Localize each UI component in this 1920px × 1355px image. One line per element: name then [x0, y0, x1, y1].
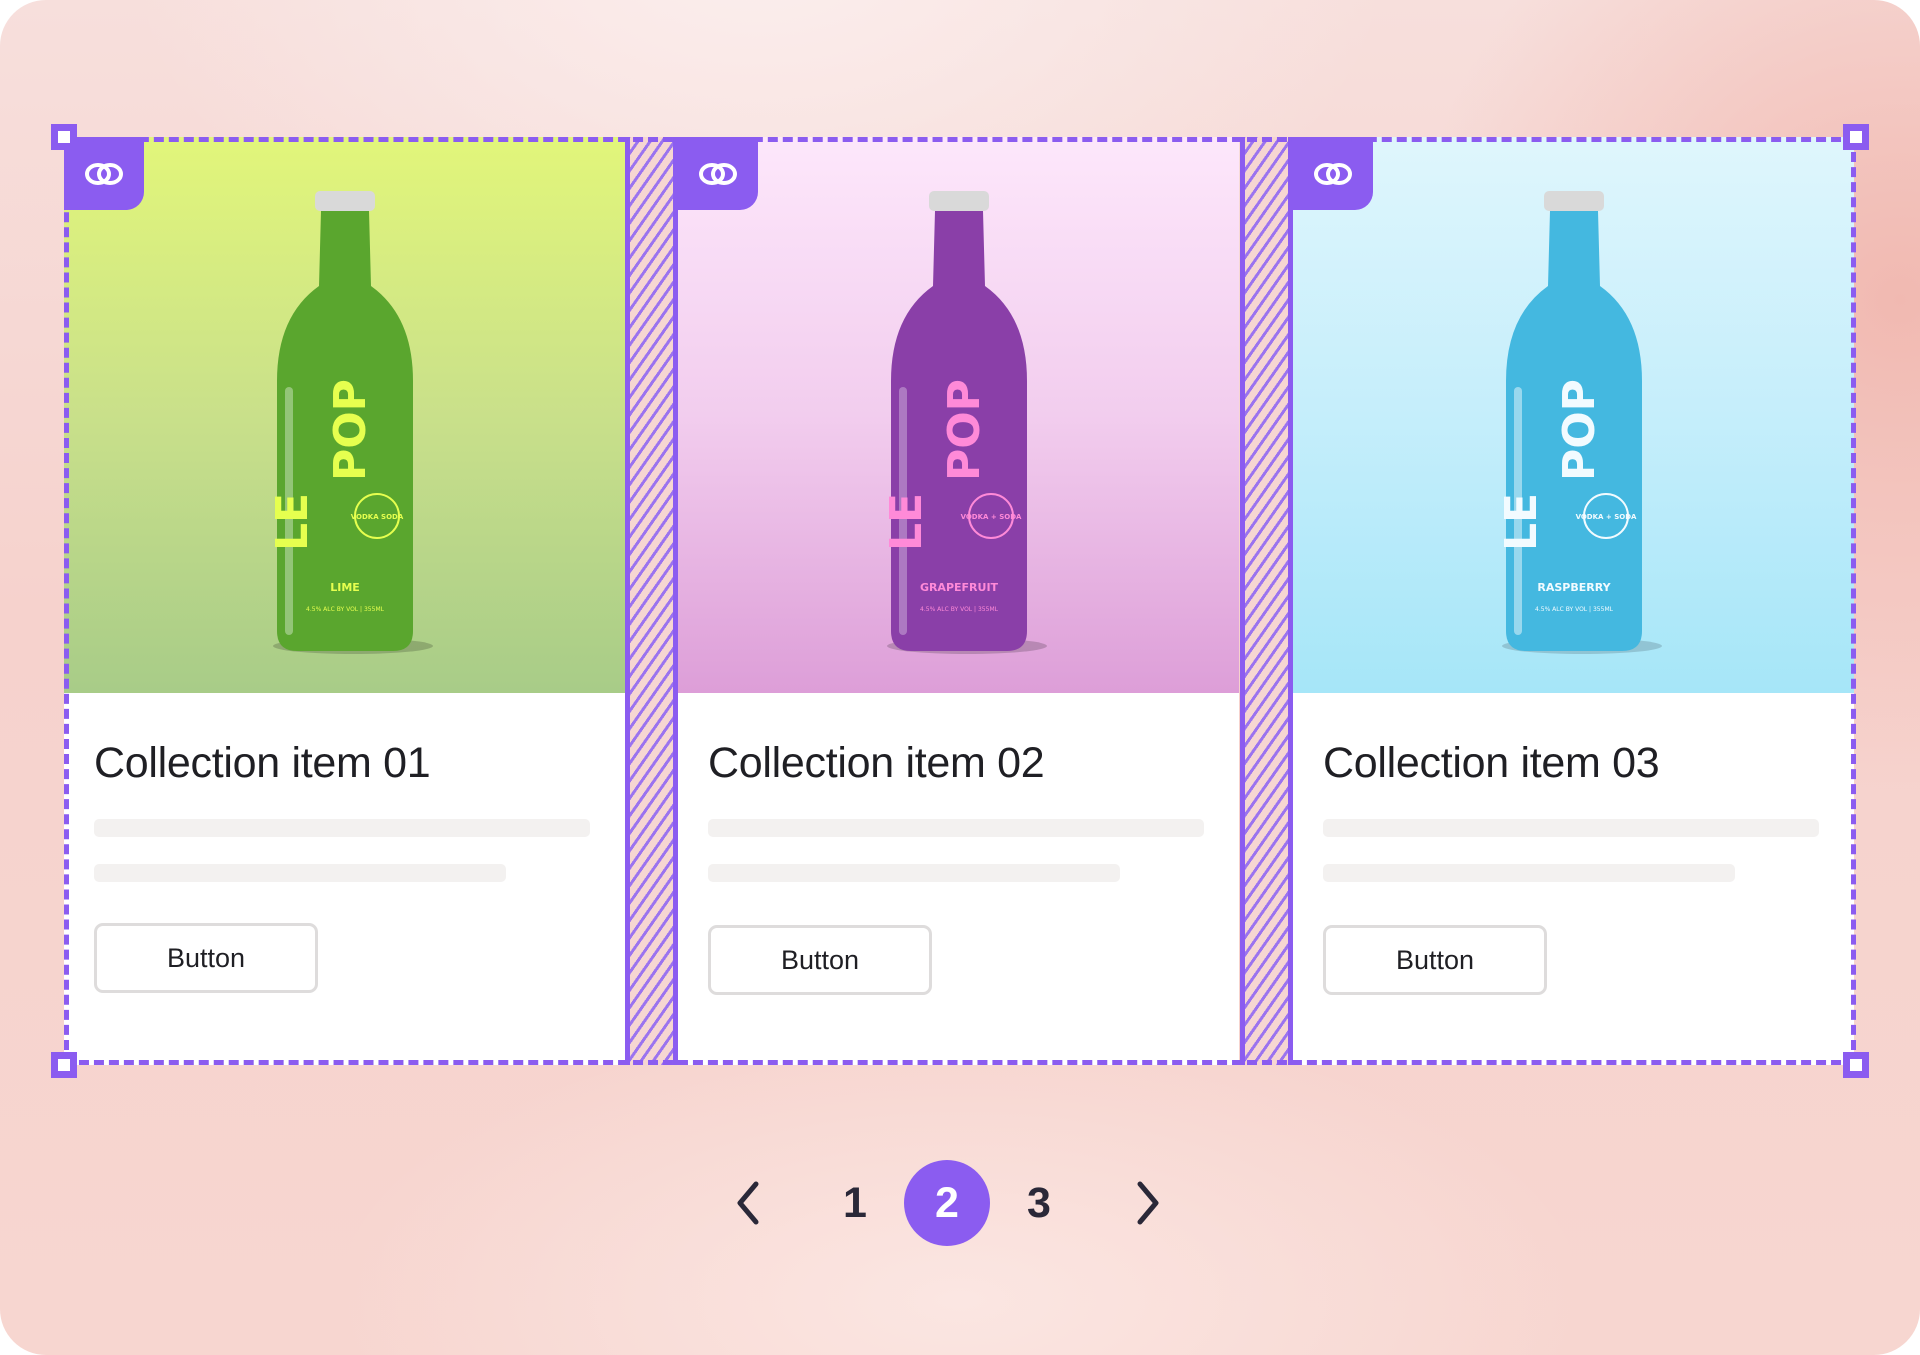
card-button[interactable]: Button [1323, 925, 1547, 995]
badge-text: VODKA + SODA [1575, 513, 1636, 521]
card-button[interactable]: Button [708, 925, 932, 995]
text-placeholder [1323, 819, 1819, 837]
brand-top-text: LE [1496, 493, 1547, 551]
badge-text: VODKA + SODA [960, 513, 1021, 521]
text-placeholder [708, 819, 1204, 837]
page-2-current[interactable]: 2 [904, 1160, 990, 1246]
collection-card[interactable]: LE POP VODKA + SODA GRAPEFRUIT 4.5% ALC … [678, 137, 1239, 1065]
card-image: LE POP VODKA SODA LIME 4.5% ALC BY VOL |… [64, 137, 625, 693]
card-image: LE POP VODKA + SODA GRAPEFRUIT 4.5% ALC … [678, 137, 1239, 693]
bottle-image: LE POP VODKA SODA LIME 4.5% ALC BY VOL |… [245, 191, 445, 661]
collection-list: LE POP VODKA SODA LIME 4.5% ALC BY VOL |… [64, 137, 1856, 1065]
card-title: Collection item 02 [708, 739, 1045, 787]
page-1[interactable]: 1 [812, 1160, 898, 1246]
resize-handle-bottom-right[interactable] [1843, 1052, 1869, 1078]
chevron-right-icon[interactable] [1128, 1160, 1168, 1246]
flavor-text: RASPBERRY [1537, 581, 1611, 594]
card-title: Collection item 01 [94, 739, 431, 787]
fine-print-text: 4.5% ALC BY VOL | 355ML [920, 606, 999, 613]
card-title: Collection item 03 [1323, 739, 1660, 787]
chevron-left-icon[interactable] [728, 1160, 768, 1246]
card-image: LE POP VODKA + SODA RASPBERRY 4.5% ALC B… [1293, 137, 1854, 693]
brand-bottom-text: POP [939, 379, 990, 481]
card-button[interactable]: Button [94, 923, 318, 993]
flavor-text: GRAPEFRUIT [919, 581, 998, 594]
resize-handle-top-right[interactable] [1843, 124, 1869, 150]
brand-bottom-text: POP [1554, 379, 1605, 481]
bottle-image: LE POP VODKA + SODA GRAPEFRUIT 4.5% ALC … [859, 191, 1059, 661]
collection-card[interactable]: LE POP VODKA SODA LIME 4.5% ALC BY VOL |… [64, 137, 625, 1065]
collection-card[interactable]: LE POP VODKA + SODA RASPBERRY 4.5% ALC B… [1293, 137, 1854, 1065]
text-placeholder [94, 819, 590, 837]
resize-handle-bottom-left[interactable] [51, 1052, 77, 1078]
bottle-image: LE POP VODKA + SODA RASPBERRY 4.5% ALC B… [1474, 191, 1674, 661]
page-3[interactable]: 3 [996, 1160, 1082, 1246]
resize-handle-top-left[interactable] [51, 124, 77, 150]
column-gap [625, 137, 678, 1065]
brand-top-text: LE [267, 493, 318, 551]
fine-print-text: 4.5% ALC BY VOL | 355ML [1535, 606, 1614, 613]
flavor-text: LIME [330, 581, 360, 594]
link-icon[interactable] [1293, 137, 1373, 210]
fine-print-text: 4.5% ALC BY VOL | 355ML [306, 606, 385, 613]
canvas-frame: LE POP VODKA SODA LIME 4.5% ALC BY VOL |… [0, 0, 1920, 1355]
brand-bottom-text: POP [325, 379, 376, 481]
link-icon[interactable] [678, 137, 758, 210]
text-placeholder [1323, 864, 1735, 882]
pagination: 1 2 3 [0, 1160, 1920, 1246]
badge-text: VODKA SODA [350, 513, 403, 521]
text-placeholder [94, 864, 506, 882]
brand-top-text: LE [881, 493, 932, 551]
column-gap [1240, 137, 1293, 1065]
text-placeholder [708, 864, 1120, 882]
